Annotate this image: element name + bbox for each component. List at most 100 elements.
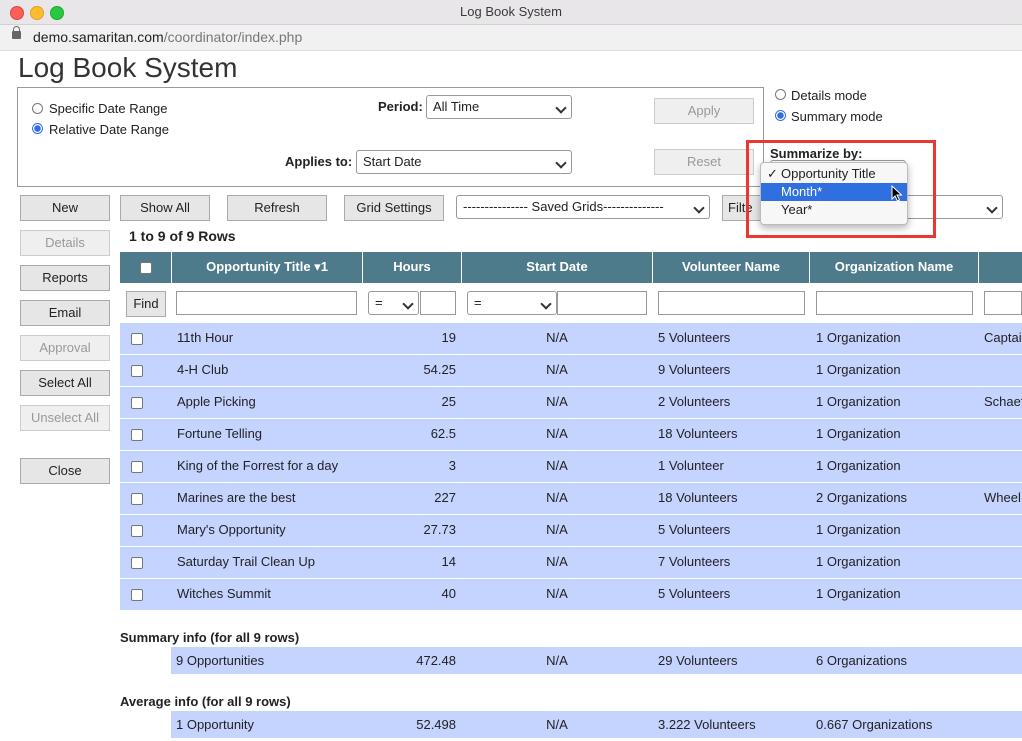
cell-extra xyxy=(984,354,1022,386)
apply-button[interactable]: Apply xyxy=(654,98,754,124)
url-path: /coordinator/index.php xyxy=(163,29,303,45)
select-all-checkbox[interactable] xyxy=(139,261,152,274)
average-title: Average info (for all 9 rows) xyxy=(120,694,291,709)
cell-volunteer-name: 5 Volunteers xyxy=(658,330,731,345)
row-checkbox[interactable] xyxy=(131,461,143,473)
row-checkbox[interactable] xyxy=(131,397,143,409)
cell-hours: 227 xyxy=(434,490,456,505)
details-mode-label: Details mode xyxy=(791,88,867,103)
show-all-button[interactable]: Show All xyxy=(120,195,210,221)
row-checkbox[interactable] xyxy=(131,333,143,345)
chevron-down-icon xyxy=(555,102,567,114)
average-organizations: 0.667 Organizations xyxy=(816,717,933,732)
extra-filter-input[interactable] xyxy=(984,291,1022,315)
saved-grids-select[interactable]: --------------- Saved Grids-------------… xyxy=(456,195,710,219)
summary-mode-label: Summary mode xyxy=(791,109,883,124)
row-checkbox[interactable] xyxy=(131,429,143,441)
reports-button[interactable]: Reports xyxy=(20,265,110,291)
cell-hours: 25 xyxy=(441,394,456,409)
cell-extra: Captai xyxy=(984,330,1022,345)
cell-opportunity-title: Apple Picking xyxy=(177,394,256,409)
organization-filter-input[interactable] xyxy=(816,291,973,315)
cell-volunteer-name: 18 Volunteers xyxy=(658,490,738,505)
header-organization-name[interactable]: Organization Name xyxy=(810,252,978,283)
cell-hours: 54.25 xyxy=(423,362,456,377)
summary-opportunities: 9 Opportunities xyxy=(176,653,265,668)
new-button[interactable]: New xyxy=(20,195,110,221)
volunteer-filter-input[interactable] xyxy=(658,291,805,315)
period-value: All Time xyxy=(433,99,480,114)
hours-filter-input[interactable] xyxy=(420,291,456,315)
cell-start-date: N/A xyxy=(546,554,568,569)
email-button[interactable]: Email xyxy=(20,300,110,326)
cell-start-date: N/A xyxy=(546,362,568,377)
chevron-down-icon xyxy=(693,202,705,214)
relative-date-range-radio[interactable] xyxy=(32,123,43,134)
summary-organizations: 6 Organizations xyxy=(816,653,908,668)
chevron-down-icon xyxy=(540,298,552,310)
cell-extra xyxy=(984,546,1022,578)
cell-organization-name: 1 Organization xyxy=(816,458,901,473)
cell-extra: Schaef xyxy=(984,394,1022,409)
details-button[interactable]: Details xyxy=(20,230,110,256)
hours-operator-select[interactable]: = xyxy=(368,291,419,315)
row-count: 1 to 9 of 9 Rows xyxy=(129,228,236,244)
window-title: Log Book System xyxy=(460,4,562,19)
header-start-date[interactable]: Start Date xyxy=(462,252,652,283)
cell-volunteer-name: 7 Volunteers xyxy=(658,554,731,569)
header-volunteer-name[interactable]: Volunteer Name xyxy=(653,252,809,283)
cell-start-date: N/A xyxy=(546,586,568,601)
row-checkbox[interactable] xyxy=(131,365,143,377)
title-filter-input[interactable] xyxy=(176,291,357,315)
page-title: Log Book System xyxy=(18,52,238,83)
refresh-button[interactable]: Refresh xyxy=(227,195,327,221)
date-operator-select[interactable]: = xyxy=(467,291,557,315)
header-extra-column[interactable] xyxy=(979,252,1022,283)
cell-organization-name: 1 Organization xyxy=(816,394,901,409)
relative-date-range-label: Relative Date Range xyxy=(49,122,169,137)
row-checkbox[interactable] xyxy=(131,525,143,537)
cell-volunteer-name: 18 Volunteers xyxy=(658,426,738,441)
date-operator-value: = xyxy=(474,295,482,310)
cell-opportunity-title: 4-H Club xyxy=(177,362,229,377)
header-select-cell xyxy=(120,252,171,283)
grid-settings-button[interactable]: Grid Settings xyxy=(344,195,444,221)
saved-grids-value: --------------- Saved Grids-------------… xyxy=(463,199,664,214)
summary-mode-radio[interactable] xyxy=(775,110,786,121)
cell-hours: 3 xyxy=(448,458,456,473)
cell-organization-name: 1 Organization xyxy=(816,522,901,537)
cell-organization-name: 2 Organizations xyxy=(816,490,908,505)
period-select[interactable]: All Time xyxy=(426,95,572,119)
cell-opportunity-title: King of the Forrest for a day xyxy=(177,458,339,473)
header-opportunity-title[interactable]: Opportunity Title ▾1 xyxy=(172,252,362,283)
close-button[interactable]: Close xyxy=(20,458,110,484)
summary-hours: 472.48 xyxy=(416,653,456,668)
approval-button[interactable]: Approval xyxy=(20,335,110,361)
url-text[interactable]: demo.samaritan.com/coordinator/index.php xyxy=(33,29,302,45)
header-hours[interactable]: Hours xyxy=(363,252,461,283)
date-filter-input[interactable] xyxy=(557,291,647,315)
summary-volunteers: 29 Volunteers xyxy=(658,653,738,668)
cell-extra xyxy=(984,578,1022,610)
unselect-all-button[interactable]: Unselect All xyxy=(20,405,110,431)
url-host: demo.samaritan.com xyxy=(33,29,164,45)
cell-hours: 14 xyxy=(441,554,456,569)
select-all-button[interactable]: Select All xyxy=(20,370,110,396)
find-button[interactable]: Find xyxy=(126,291,166,317)
applies-to-select[interactable]: Start Date xyxy=(356,150,572,174)
reset-button[interactable]: Reset xyxy=(654,149,754,175)
chevron-down-icon xyxy=(555,157,567,169)
row-checkbox[interactable] xyxy=(131,589,143,601)
hours-operator-value: = xyxy=(375,295,383,310)
highlight-frame xyxy=(746,140,936,238)
row-checkbox[interactable] xyxy=(131,557,143,569)
cell-start-date: N/A xyxy=(546,426,568,441)
average-opportunities: 1 Opportunity xyxy=(176,717,255,732)
average-volunteers: 3.222 Volunteers xyxy=(658,717,756,732)
cell-organization-name: 1 Organization xyxy=(816,554,901,569)
details-mode-radio[interactable] xyxy=(775,89,786,100)
specific-date-range-radio[interactable] xyxy=(32,103,43,114)
cell-opportunity-title: Mary's Opportunity xyxy=(177,522,286,537)
average-start-date: N/A xyxy=(546,717,568,732)
row-checkbox[interactable] xyxy=(131,493,143,505)
